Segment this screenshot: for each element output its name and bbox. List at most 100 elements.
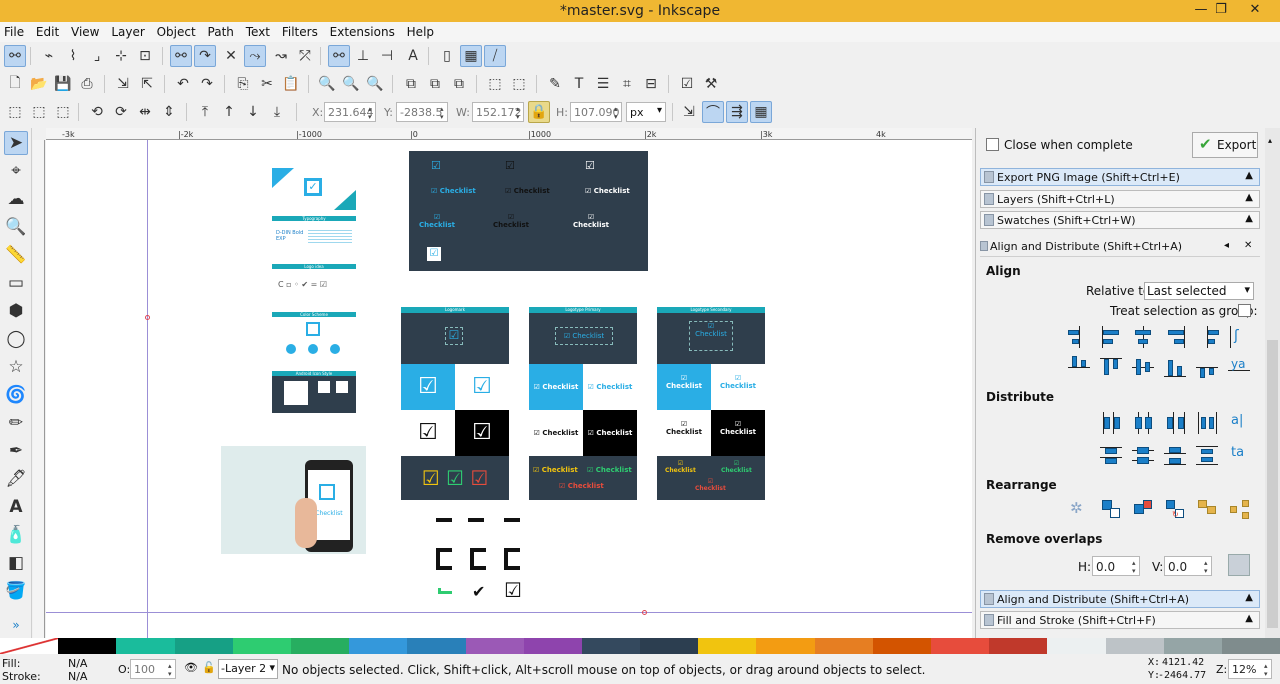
distribute-left-icon[interactable] (1100, 412, 1123, 434)
menu-help[interactable]: Help (403, 22, 438, 39)
bucket-tool-icon[interactable]: 🪣 (4, 579, 28, 603)
ungroup-icon[interactable]: ⬚ (508, 73, 530, 95)
palette-swatch[interactable] (1047, 638, 1106, 654)
select-all-icon[interactable]: ⬚ (4, 101, 26, 123)
snap-bbox-center-icon[interactable]: ⊡ (134, 45, 156, 67)
maximize-button[interactable]: ❐ (1206, 0, 1236, 20)
cut-icon[interactable]: ✂ (256, 73, 278, 95)
logomark-board[interactable]: Logomark ☑ ☑ ☑ ☑ ☑ ☑ ☑ ☑ (401, 307, 509, 500)
xml-editor-icon[interactable]: ⌗ (616, 73, 638, 95)
logotype-secondary-board[interactable]: Logotype Secondary ☑ Checklist ☑ Checklist… (657, 307, 765, 500)
distribute-right-icon[interactable] (1164, 412, 1187, 434)
align-distribute-icon[interactable]: ⊟ (640, 73, 662, 95)
raise-top-icon[interactable]: ⤒ (194, 101, 216, 123)
scrollbar-thumb[interactable] (1267, 340, 1278, 628)
palette-swatch[interactable] (1163, 638, 1222, 654)
print-icon[interactable]: ⎙ (76, 73, 98, 95)
menu-text[interactable]: Text (242, 22, 274, 39)
menu-view[interactable]: View (67, 22, 103, 39)
scale-stroke-icon[interactable]: ⇲ (678, 101, 700, 123)
snap-grid-icon[interactable]: ▦ (460, 45, 482, 67)
color-palette[interactable] (0, 638, 1280, 654)
dock-panel-icon[interactable]: ◂ (1224, 240, 1229, 251)
palette-swatch[interactable] (1221, 638, 1280, 654)
palette-swatch[interactable] (931, 638, 990, 654)
text-font-icon[interactable]: T (568, 73, 590, 95)
eraser-tool-icon[interactable]: ◧ (4, 551, 28, 575)
duplicate-icon[interactable]: ⧉ (400, 73, 422, 95)
phone-mockup[interactable]: Checklist (221, 446, 366, 554)
palette-swatch[interactable] (407, 638, 466, 654)
zoom-selection-icon[interactable]: 🔍 (316, 73, 338, 95)
save-icon[interactable]: 💾 (52, 73, 74, 95)
undo-icon[interactable]: ↶ (172, 73, 194, 95)
snap-intersection-icon[interactable]: ✕ (220, 45, 242, 67)
dock-align-distribute[interactable]: Align and Distribute (Shift+Ctrl+A) ▲ (980, 590, 1260, 608)
align-baseline-icon[interactable]: ʃ (1228, 326, 1251, 348)
document-properties-icon[interactable]: ☑ (676, 73, 698, 95)
distribute-bottom-icon[interactable] (1164, 444, 1187, 466)
dock-fill-stroke[interactable]: Fill and Stroke (Shift+Ctrl+F) ▲ (980, 611, 1260, 629)
snap-text-baseline-icon[interactable]: A (402, 45, 424, 67)
menu-path[interactable]: Path (204, 22, 238, 39)
logo-banner[interactable]: ☑ ☑ ☑ ☑ Checklist ☑ Checklist ☑ Checklis… (409, 151, 648, 271)
copy-icon[interactable]: ⎘ (232, 73, 254, 95)
select-all-layers-icon[interactable]: ⬚ (28, 101, 50, 123)
randomize-centers-icon[interactable] (1196, 498, 1219, 520)
palette-swatch[interactable] (989, 638, 1048, 654)
construction-marks[interactable]: ✔ ☑ (432, 514, 528, 606)
menu-object[interactable]: Object (153, 22, 200, 39)
panel-scrollbar[interactable]: ▴ (1265, 128, 1280, 638)
move-gradients-icon[interactable]: ⇶ (726, 101, 748, 123)
palette-swatch[interactable] (698, 638, 757, 654)
palette-swatch[interactable] (581, 638, 641, 654)
palette-swatch[interactable] (814, 638, 873, 654)
lower-icon[interactable]: ↓ (242, 101, 264, 123)
distribute-center-icon[interactable] (1132, 412, 1155, 434)
node-tool-icon[interactable]: ⌖ (4, 159, 28, 183)
menu-edit[interactable]: Edit (32, 22, 63, 39)
close-when-complete-checkbox[interactable] (986, 138, 999, 151)
unlink-clone-icon[interactable]: ⧉ (448, 73, 470, 95)
layers-icon[interactable]: ☰ (592, 73, 614, 95)
text-tool-icon[interactable]: A (4, 495, 28, 519)
distribute-baseline-h-icon[interactable]: a| (1228, 412, 1251, 434)
logotype-primary-board[interactable]: Logotype Primary ☑ Checklist ☑ Checklist… (529, 307, 637, 500)
distribute-baseline-v-icon[interactable]: ta (1228, 444, 1251, 466)
snap-enable-icon[interactable]: ⚯ (4, 45, 26, 67)
clone-icon[interactable]: ⧉ (424, 73, 446, 95)
unclump-icon[interactable] (1228, 498, 1251, 520)
paste-icon[interactable]: 📋 (280, 73, 302, 95)
snap-page-border-icon[interactable]: ▯ (436, 45, 458, 67)
pencil-tool-icon[interactable]: ✏ (4, 411, 28, 435)
snap-smooth-icon[interactable]: ↝ (270, 45, 292, 67)
graph-layout-icon[interactable]: ✲ (1068, 498, 1091, 520)
palette-swatch[interactable] (58, 638, 117, 654)
exchange-positions-icon[interactable] (1100, 498, 1123, 520)
zoom-tool-icon[interactable]: 🔍 (4, 215, 28, 239)
h-input[interactable]: 107.090 (570, 102, 622, 122)
snap-center-icon[interactable]: ⊥ (352, 45, 374, 67)
palette-swatch[interactable] (174, 638, 233, 654)
rectangle-tool-icon[interactable]: ▭ (4, 271, 28, 295)
dock-layers[interactable]: Layers (Shift+Ctrl+L) ▲ (980, 190, 1260, 208)
distribute-middle-icon[interactable] (1132, 444, 1155, 466)
exchange-positions-z-icon[interactable] (1132, 498, 1155, 520)
fill-value[interactable]: N/A (68, 657, 87, 670)
snap-bbox-icon[interactable]: ⌁ (38, 45, 60, 67)
snap-others-icon[interactable]: ⚯ (328, 45, 350, 67)
menu-extensions[interactable]: Extensions (326, 22, 399, 39)
tweak-tool-icon[interactable]: ☁ (4, 187, 28, 211)
move-patterns-icon[interactable]: ▦ (750, 101, 772, 123)
deselect-icon[interactable]: ⬚ (52, 101, 74, 123)
flip-vertical-icon[interactable]: ⇕ (158, 101, 180, 123)
palette-swatch[interactable] (465, 638, 524, 654)
measure-tool-icon[interactable]: 📏 (4, 243, 28, 267)
palette-swatch[interactable] (872, 638, 931, 654)
w-input[interactable]: 152.172 (472, 102, 524, 122)
spray-tool-icon[interactable]: 🧴 (4, 523, 28, 547)
palette-swatch[interactable] (0, 638, 59, 654)
snap-cusp-icon[interactable]: ⤳ (244, 45, 266, 67)
zoom-page-icon[interactable]: 🔍 (364, 73, 386, 95)
flip-horizontal-icon[interactable]: ⇹ (134, 101, 156, 123)
